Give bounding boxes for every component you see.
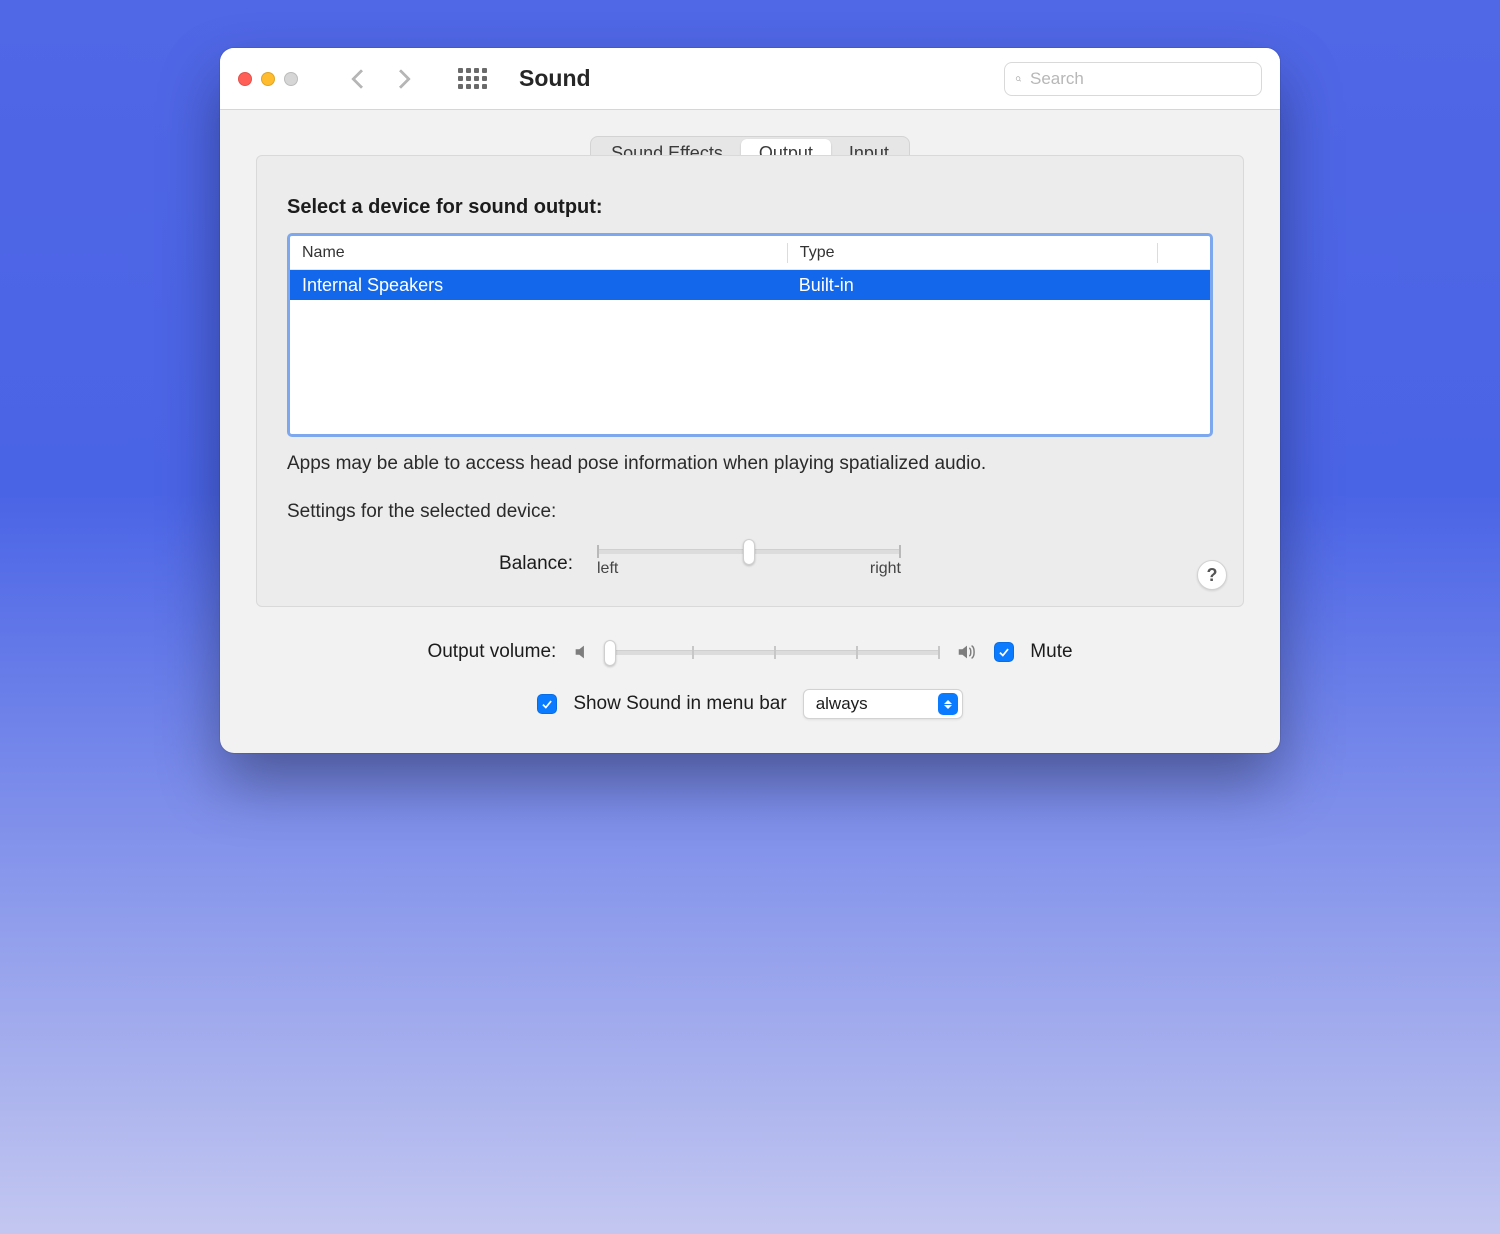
balance-thumb[interactable] [743, 539, 755, 565]
balance-right-label: right [870, 560, 901, 578]
output-volume-label: Output volume: [427, 641, 556, 663]
zoom-button[interactable] [284, 72, 298, 86]
show-in-menubar-checkbox[interactable] [537, 694, 557, 714]
dropdown-value: always [816, 694, 868, 714]
balance-control: Balance: left right [287, 549, 1213, 578]
search-input[interactable] [1030, 69, 1251, 89]
device-settings-title: Settings for the selected device: [287, 501, 1213, 523]
show-all-icon[interactable] [458, 68, 487, 89]
menubar-mode-dropdown[interactable]: always [803, 689, 963, 719]
titlebar: Sound [220, 48, 1280, 110]
mute-checkbox[interactable] [994, 642, 1014, 662]
search-icon [1015, 70, 1022, 88]
col-name-header[interactable]: Name [290, 244, 787, 262]
menubar-row: Show Sound in menu bar always [537, 689, 962, 719]
content: Sound Effects Output Input Select a devi… [220, 110, 1280, 753]
mute-label: Mute [1030, 641, 1072, 663]
spatial-audio-hint: Apps may be able to access head pose inf… [287, 453, 1213, 475]
balance-slider[interactable] [597, 549, 901, 554]
balance-left-label: left [597, 560, 618, 578]
page-title: Sound [519, 65, 591, 92]
close-button[interactable] [238, 72, 252, 86]
check-icon [997, 645, 1011, 659]
preferences-window: Sound Sound Effects Output Input Select … [220, 48, 1280, 753]
bottom-controls: Output volume: Mute Show Sound in menu b… [256, 641, 1244, 719]
minimize-button[interactable] [261, 72, 275, 86]
balance-label: Balance: [287, 553, 573, 575]
speaker-low-icon [572, 641, 594, 663]
dropdown-stepper-icon [938, 693, 958, 715]
speaker-high-icon [956, 641, 978, 663]
device-table[interactable]: Name Type Internal Speakers Built-in [287, 233, 1213, 437]
volume-slider[interactable] [610, 650, 940, 655]
output-volume-row: Output volume: Mute [427, 641, 1072, 663]
table-body: Internal Speakers Built-in [290, 270, 1210, 434]
volume-thumb[interactable] [604, 640, 616, 666]
nav-arrows [354, 72, 408, 86]
check-icon [540, 697, 554, 711]
output-panel: Select a device for sound output: Name T… [256, 155, 1244, 607]
forward-button[interactable] [391, 69, 411, 89]
back-button[interactable] [351, 69, 371, 89]
table-row[interactable]: Internal Speakers Built-in [290, 270, 1210, 300]
col-type-header[interactable]: Type [788, 244, 1157, 262]
device-name: Internal Speakers [290, 275, 787, 296]
search-field[interactable] [1004, 62, 1262, 96]
help-button[interactable]: ? [1197, 560, 1227, 590]
device-type: Built-in [787, 275, 1158, 296]
show-in-menubar-label: Show Sound in menu bar [573, 693, 786, 715]
window-controls [238, 72, 298, 86]
table-header: Name Type [290, 236, 1210, 270]
section-title: Select a device for sound output: [287, 196, 1213, 219]
